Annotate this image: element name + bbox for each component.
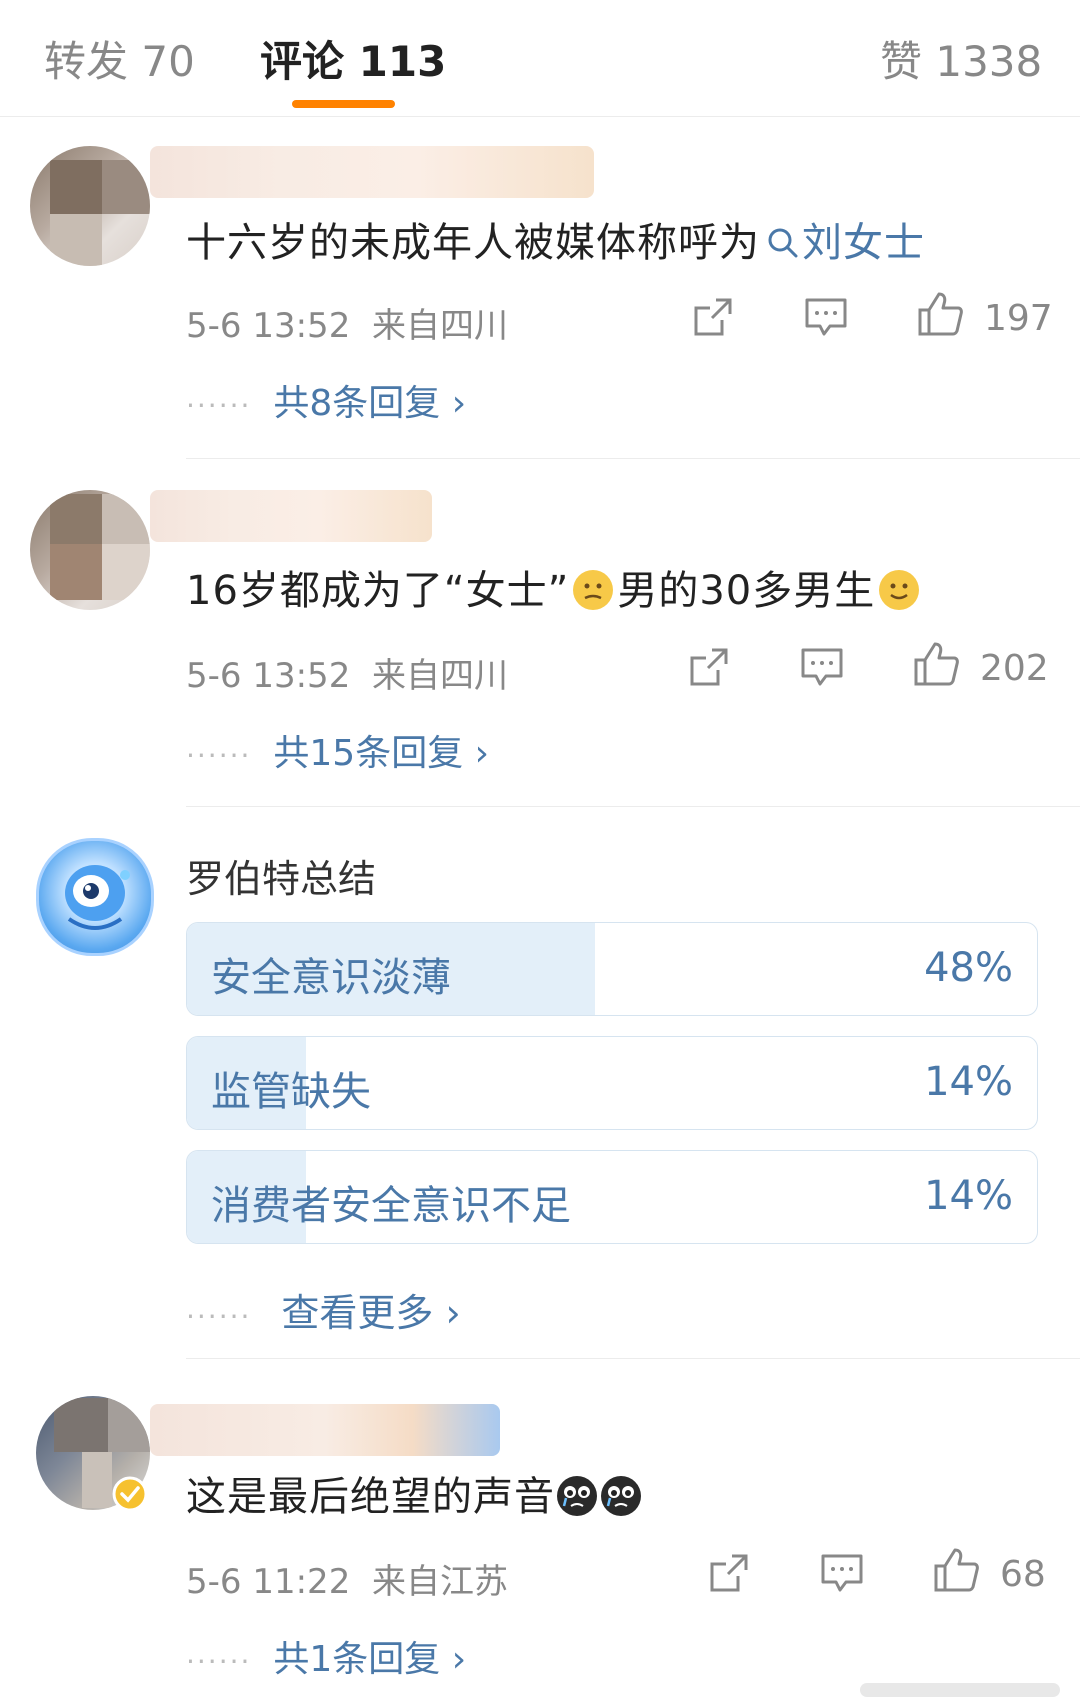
view-more[interactable]: ······ 查看更多 › [186, 1282, 461, 1337]
poll-option[interactable]: 消费者安全意识不足 14% [186, 1150, 1038, 1244]
poll-option-percent: 48% [924, 945, 1013, 991]
comment-location: 来自四川 [371, 306, 508, 346]
view-replies[interactable]: ······ 共8条回复 › [186, 374, 466, 426]
username-redacted[interactable] [150, 1404, 500, 1456]
like-icon[interactable] [912, 640, 960, 688]
poll-option[interactable]: 监管缺失 14% [186, 1036, 1038, 1130]
poll-option-label: 监管缺失 [211, 1069, 371, 1115]
username-redacted[interactable] [150, 146, 594, 198]
comment-icon[interactable] [804, 296, 848, 338]
comment-text: 这是最后绝望的声音 [186, 1464, 641, 1522]
divider [186, 1358, 1080, 1359]
comment-time: 5-6 13:52 [186, 306, 351, 346]
active-tab-indicator [292, 100, 395, 108]
like-count: 197 [984, 298, 1053, 339]
like-icon[interactable] [932, 1546, 980, 1594]
poll-option-label: 消费者安全意识不足 [211, 1183, 571, 1229]
crying-emoji-icon [601, 1476, 641, 1516]
tab-comments[interactable]: 评论 113 [260, 28, 446, 89]
view-replies[interactable]: ······ 共1条回复 › [186, 1630, 466, 1682]
bot-avatar[interactable] [36, 838, 154, 956]
comment-location: 来自四川 [371, 656, 508, 696]
poll-option-label: 安全意识淡薄 [211, 955, 451, 1001]
view-replies[interactable]: ······ 共15条回复 › [186, 724, 489, 776]
poll-option-percent: 14% [924, 1173, 1013, 1219]
comment-time: 5-6 13:52 [186, 656, 351, 696]
tab-likes[interactable]: 赞 1338 [880, 28, 1042, 89]
scrollbar[interactable] [860, 1683, 1060, 1697]
poll-option[interactable]: 安全意识淡薄 48% [186, 922, 1038, 1016]
topic-link[interactable]: 刘女士 [760, 220, 925, 266]
tab-repost[interactable]: 转发 70 [44, 28, 195, 89]
poll-option-percent: 14% [924, 1059, 1013, 1105]
avatar[interactable] [30, 146, 150, 266]
replies-link[interactable]: 共1条回复 › [273, 1639, 466, 1680]
search-icon [768, 228, 798, 258]
like-icon[interactable] [916, 290, 964, 338]
view-more-link[interactable]: 查看更多 › [281, 1291, 460, 1335]
crying-emoji-icon [557, 1476, 597, 1516]
comment-meta: 5-6 13:52 来自四川 [186, 648, 508, 697]
like-count: 68 [1000, 1554, 1046, 1595]
comment-text: 十六岁的未成年人被媒体称呼为 刘女士 [186, 220, 925, 266]
divider [186, 458, 1080, 459]
comment-tabs: 转发 70 评论 113 赞 1338 [0, 0, 1080, 117]
username-redacted[interactable] [150, 490, 432, 542]
divider [186, 806, 1080, 807]
comment-icon[interactable] [820, 1552, 864, 1594]
comment-icon[interactable] [800, 646, 844, 688]
comment-meta: 5-6 11:22 来自江苏 [186, 1554, 508, 1603]
comment-time: 5-6 11:22 [186, 1562, 351, 1602]
share-icon[interactable] [708, 1552, 750, 1594]
share-icon[interactable] [692, 296, 734, 338]
replies-link[interactable]: 共8条回复 › [273, 383, 466, 424]
smile-emoji-icon [879, 570, 920, 610]
verified-badge-icon [112, 1476, 148, 1512]
bot-name: 罗伯特总结 [186, 857, 377, 901]
replies-link[interactable]: 共15条回复 › [273, 733, 489, 774]
avatar[interactable] [30, 490, 150, 610]
comment-meta: 5-6 13:52 来自四川 [186, 298, 508, 347]
like-count: 202 [980, 648, 1049, 689]
comment-location: 来自江苏 [371, 1562, 508, 1602]
robot-mascot-icon [65, 865, 130, 930]
share-icon[interactable] [688, 646, 730, 688]
comment-text: 16岁都成为了“女士” 男的30多男生 [186, 558, 920, 616]
thinking-emoji-icon [573, 570, 614, 610]
